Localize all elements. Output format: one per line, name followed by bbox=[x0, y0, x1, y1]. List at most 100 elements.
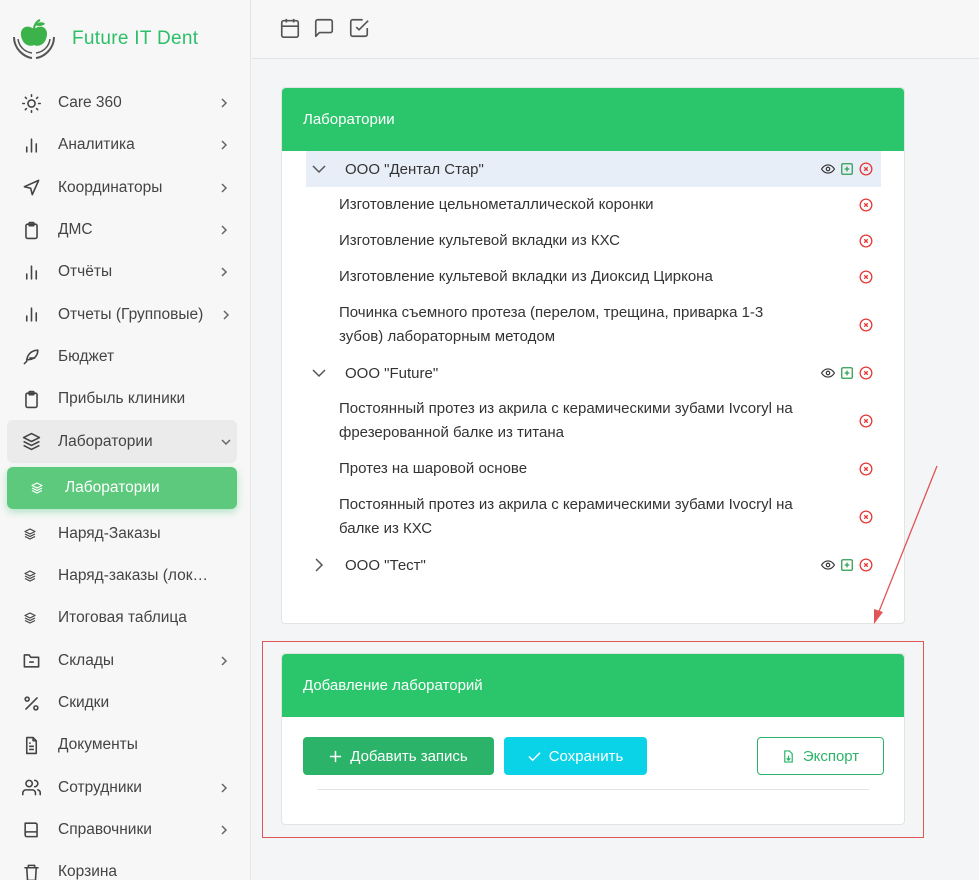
leaf-actions bbox=[859, 198, 873, 212]
chevron-right-icon bbox=[221, 183, 228, 193]
top-bar bbox=[252, 0, 979, 59]
calendar-icon[interactable] bbox=[279, 17, 301, 39]
laboratories-tree: ООО "Дентал Стар" Изготовление цельномет… bbox=[306, 151, 881, 583]
x-circle-icon[interactable] bbox=[859, 234, 873, 248]
tree-leaf[interactable]: Постоянный протез из акрила с керамическ… bbox=[306, 391, 881, 451]
chevron-right-icon bbox=[221, 267, 228, 277]
message-square-icon[interactable] bbox=[313, 17, 335, 39]
check-square-icon[interactable] bbox=[348, 17, 370, 39]
bar-chart-icon bbox=[20, 261, 42, 283]
tree-node-test[interactable]: ООО "Тест" bbox=[306, 547, 881, 583]
apple-hands-logo-icon bbox=[13, 19, 55, 59]
chevron-right-icon[interactable] bbox=[312, 558, 326, 572]
clipboard-icon bbox=[20, 219, 42, 241]
x-circle-icon[interactable] bbox=[859, 366, 873, 380]
sidebar-item-laboratories[interactable]: Лаборатории bbox=[7, 466, 237, 509]
sidebar-item-label: Наряд-заказы (лок… bbox=[58, 567, 208, 585]
node-actions bbox=[821, 366, 873, 380]
sidebar-item-label: Лаборатории bbox=[58, 432, 153, 450]
sidebar-item-laboratories-group[interactable]: Лаборатории bbox=[7, 420, 237, 463]
sidebar-item-label: Бюджет bbox=[58, 347, 115, 365]
plus-square-icon[interactable] bbox=[840, 558, 854, 572]
sidebar-item-warehouses[interactable]: Склады bbox=[0, 640, 250, 682]
sidebar-item-discounts[interactable]: Скидки bbox=[0, 682, 250, 724]
layers-icon bbox=[22, 523, 38, 545]
sidebar-item-summary-table[interactable]: Итоговая таблица bbox=[0, 597, 250, 639]
sidebar-item-label: Прибыль клиники bbox=[58, 390, 186, 408]
plus-square-icon[interactable] bbox=[840, 162, 854, 176]
sidebar-item-label: Лаборатории bbox=[65, 478, 160, 496]
bar-chart-icon bbox=[20, 134, 42, 156]
eye-icon[interactable] bbox=[821, 366, 835, 380]
users-icon bbox=[20, 777, 42, 799]
x-circle-icon[interactable] bbox=[859, 270, 873, 284]
layers-icon bbox=[22, 607, 38, 629]
tree-leaf[interactable]: Изготовление культевой вкладки из Диокси… bbox=[306, 259, 881, 295]
chevron-right-icon bbox=[221, 783, 228, 793]
chevron-right-icon bbox=[221, 825, 228, 835]
x-circle-icon[interactable] bbox=[859, 414, 873, 428]
sidebar-item-label: Итоговая таблица bbox=[58, 609, 187, 627]
sidebar-item-label: Склады bbox=[58, 651, 114, 669]
sidebar-item-reports[interactable]: Отчёты bbox=[0, 251, 250, 293]
x-circle-icon[interactable] bbox=[859, 558, 873, 572]
feather-icon bbox=[20, 346, 42, 368]
send-icon bbox=[20, 177, 42, 199]
tree-leaf-label: Протез на шаровой основе bbox=[339, 460, 528, 477]
sidebar-item-budget[interactable]: Бюджет bbox=[0, 336, 250, 378]
chevron-down-icon[interactable] bbox=[312, 366, 326, 380]
sidebar-item-clinic-profit[interactable]: Прибыль клиники bbox=[0, 378, 250, 420]
tree-leaf[interactable]: Протез на шаровой основе bbox=[306, 451, 881, 487]
sidebar-item-label: Аналитика bbox=[58, 136, 135, 154]
x-circle-icon[interactable] bbox=[859, 162, 873, 176]
chevron-down-icon[interactable] bbox=[312, 162, 326, 176]
sidebar-item-analytics[interactable]: Аналитика bbox=[0, 124, 250, 166]
x-circle-icon[interactable] bbox=[859, 318, 873, 332]
leaf-actions bbox=[859, 462, 873, 476]
sidebar-item-staff[interactable]: Сотрудники bbox=[0, 766, 250, 808]
chevron-right-icon bbox=[221, 140, 228, 150]
sidebar-item-coordinators[interactable]: Координаторы bbox=[0, 167, 250, 209]
sidebar-item-work-orders-local[interactable]: Наряд-заказы (лок… bbox=[0, 555, 250, 597]
x-circle-icon[interactable] bbox=[859, 198, 873, 212]
annotation-highlight-box bbox=[262, 641, 924, 838]
laboratories-card-title: Лаборатории bbox=[282, 88, 904, 151]
tree-leaf[interactable]: Постоянный протез из акрила с керамическ… bbox=[306, 487, 881, 547]
sidebar-item-label: Координаторы bbox=[58, 178, 163, 196]
tree-leaf-label: Изготовление цельнометаллической коронки bbox=[339, 196, 654, 213]
plus-square-icon[interactable] bbox=[840, 366, 854, 380]
sidebar-item-label: Отчёты bbox=[58, 263, 113, 281]
eye-icon[interactable] bbox=[821, 558, 835, 572]
logo[interactable]: Future IT Dent bbox=[0, 0, 250, 78]
x-circle-icon[interactable] bbox=[859, 510, 873, 524]
chevron-right-icon bbox=[221, 225, 228, 235]
tree-node-dental-star[interactable]: ООО "Дентал Стар" bbox=[306, 151, 881, 187]
sidebar-item-group-reports[interactable]: Отчеты (Групповые) bbox=[0, 293, 250, 335]
tree-leaf[interactable]: Починка съемного протеза (перелом, трещи… bbox=[306, 295, 881, 355]
chevron-right-icon bbox=[223, 310, 230, 320]
tree-leaf-label: Починка съемного протеза (перелом, трещи… bbox=[339, 304, 764, 345]
tree-leaf[interactable]: Изготовление культевой вкладки из КХС bbox=[306, 223, 881, 259]
leaf-actions bbox=[859, 510, 873, 524]
node-actions bbox=[821, 162, 873, 176]
sidebar-item-work-orders[interactable]: Наряд-Заказы bbox=[0, 513, 250, 555]
sidebar-item-care360[interactable]: Care 360 bbox=[0, 82, 250, 124]
layers-icon bbox=[29, 477, 45, 499]
leaf-actions bbox=[859, 270, 873, 284]
sidebar-item-trash[interactable]: Корзина bbox=[0, 851, 250, 880]
tree-leaf-label: Постоянный протез из акрила с керамическ… bbox=[339, 400, 793, 441]
chevron-right-icon bbox=[221, 656, 228, 666]
sidebar-item-references[interactable]: Справочники bbox=[0, 809, 250, 851]
sidebar-item-label: Документы bbox=[58, 736, 138, 754]
bar-chart-icon bbox=[20, 304, 42, 326]
eye-icon[interactable] bbox=[821, 162, 835, 176]
chevron-right-icon bbox=[221, 98, 228, 108]
tree-node-future[interactable]: ООО "Future" bbox=[306, 355, 881, 391]
sidebar-item-dms[interactable]: ДМС bbox=[0, 209, 250, 251]
leaf-actions bbox=[859, 414, 873, 428]
x-circle-icon[interactable] bbox=[859, 462, 873, 476]
leaf-actions bbox=[859, 234, 873, 248]
tree-leaf[interactable]: Изготовление цельнометаллической коронки bbox=[306, 187, 881, 223]
sidebar-item-documents[interactable]: Документы bbox=[0, 724, 250, 766]
tree-node-label: ООО "Future" bbox=[345, 364, 439, 382]
